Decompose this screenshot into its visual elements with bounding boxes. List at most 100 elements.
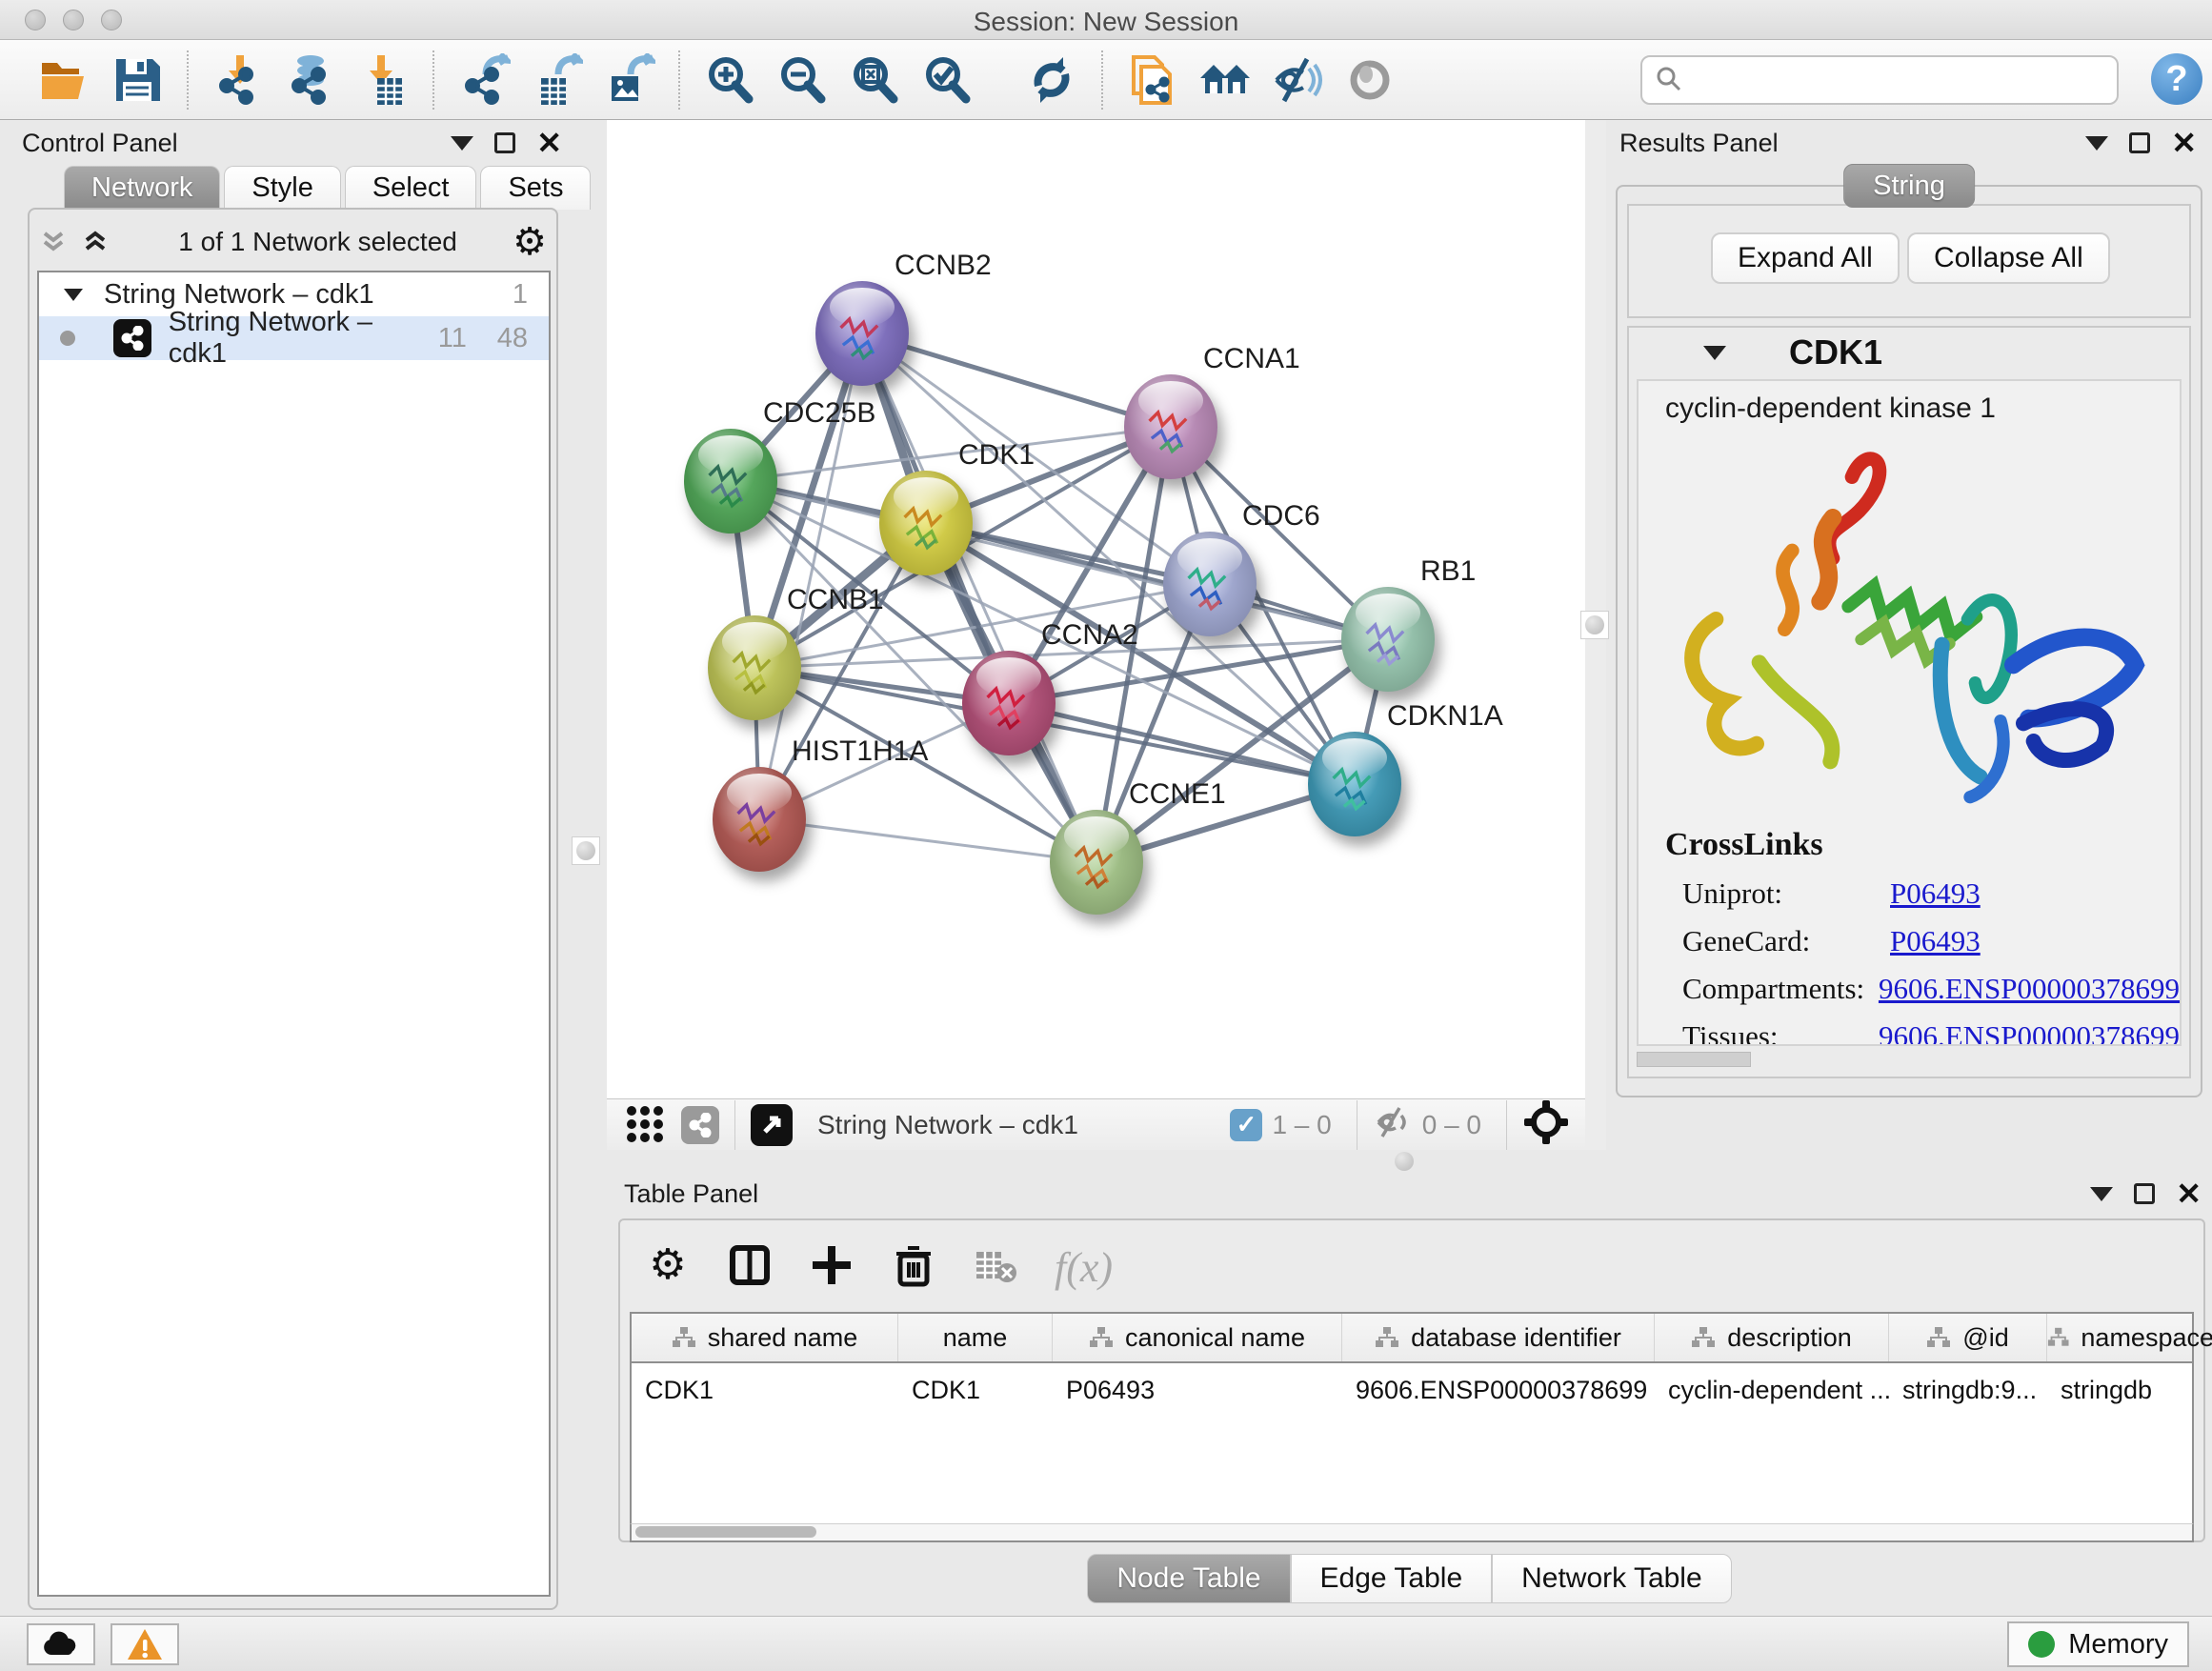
table-horizontal-scrollbar[interactable] — [630, 1523, 2194, 1542]
import-table-icon[interactable] — [353, 50, 412, 110]
node-cdc25b[interactable] — [684, 429, 777, 534]
node-ccna2[interactable] — [962, 651, 1056, 755]
delete-column-icon[interactable] — [891, 1242, 936, 1293]
zoom-fit-icon[interactable] — [845, 50, 904, 110]
tab-network-table[interactable]: Network Table — [1492, 1554, 1732, 1603]
cloud-status-button[interactable] — [27, 1623, 95, 1665]
tab-string[interactable]: String — [1843, 164, 1975, 208]
export-network-icon[interactable] — [454, 50, 513, 110]
node-ccnb1[interactable] — [708, 615, 801, 720]
expand-all-button[interactable]: Expand All — [1711, 232, 1900, 284]
memory-button[interactable]: Memory — [2007, 1621, 2189, 1667]
network-canvas[interactable]: CCNB2CCNA1CDC25BCDK1CDC6RB1CCNB1CCNA2CDK… — [607, 120, 1585, 1098]
add-column-icon[interactable] — [809, 1242, 855, 1293]
table-gear-icon[interactable]: ⚙ — [645, 1242, 691, 1293]
import-network-icon[interactable] — [209, 50, 268, 110]
tab-node-table[interactable]: Node Table — [1087, 1554, 1290, 1603]
column-header[interactable]: canonical name — [1053, 1314, 1342, 1361]
warnings-button[interactable] — [111, 1623, 179, 1665]
export-image-icon[interactable] — [599, 50, 658, 110]
columns-icon[interactable] — [727, 1242, 773, 1293]
zoom-in-icon[interactable] — [700, 50, 759, 110]
column-header[interactable]: database identifier — [1342, 1314, 1655, 1361]
column-header[interactable]: namespace — [2047, 1314, 2212, 1361]
node-cdc6[interactable] — [1163, 532, 1257, 636]
collapse-panel-icon[interactable] — [2085, 136, 2108, 151]
vertical-splitter[interactable] — [1585, 120, 1606, 1150]
fit-selected-icon[interactable] — [1522, 1098, 1570, 1151]
splitter-grip[interactable] — [1390, 1147, 1418, 1176]
birdseye-view-icon[interactable] — [751, 1104, 793, 1146]
float-panel-icon[interactable] — [494, 132, 515, 153]
crosslink-label: Compartments: — [1682, 972, 1879, 1006]
tab-select[interactable]: Select — [345, 166, 477, 210]
network-view-icon[interactable] — [681, 1106, 719, 1144]
tab-style[interactable]: Style — [224, 166, 340, 210]
crosslink-link[interactable]: P06493 — [1890, 876, 1981, 911]
collapse-panel-icon[interactable] — [2090, 1187, 2113, 1201]
collapse-panel-icon[interactable] — [451, 136, 473, 151]
protein-thumbnail — [894, 493, 959, 558]
expand-collection-icon[interactable] — [64, 289, 83, 301]
collapse-all-icon[interactable] — [39, 228, 68, 256]
inspect-icon[interactable] — [1340, 50, 1399, 110]
home-icon[interactable] — [1196, 50, 1255, 110]
grid-view-icon[interactable] — [624, 1101, 666, 1148]
collapse-all-button[interactable]: Collapse All — [1907, 232, 2110, 284]
function-builder-icon[interactable]: f(x) — [1055, 1243, 1113, 1292]
collapse-gene-icon[interactable] — [1703, 346, 1726, 360]
node-hist1h1a[interactable] — [713, 767, 806, 872]
selected-nodes-checkbox[interactable]: ✓ — [1230, 1109, 1262, 1141]
clone-network-icon[interactable] — [1123, 50, 1182, 110]
close-panel-icon[interactable]: ✕ — [536, 128, 562, 158]
network-options-gear-icon[interactable]: ⚙ — [513, 223, 547, 261]
results-scrollbar[interactable] — [1637, 1052, 1751, 1067]
column-header[interactable]: @id — [1889, 1314, 2047, 1361]
zoom-out-icon[interactable] — [773, 50, 832, 110]
crosslink-link[interactable]: 9606.ENSP00000378699 — [1879, 972, 2180, 1006]
node-cdkn1a[interactable] — [1308, 732, 1401, 836]
gene-name: CDK1 — [1789, 332, 1882, 372]
float-panel-icon[interactable] — [2129, 132, 2150, 153]
results-panel: Results Panel ✕ String Expand All Collap… — [1606, 124, 2212, 1172]
close-panel-icon[interactable]: ✕ — [2176, 1178, 2202, 1209]
node-ccnb2[interactable] — [815, 281, 909, 386]
export-table-icon[interactable] — [527, 50, 586, 110]
search-input[interactable] — [1640, 55, 2119, 105]
table-row[interactable]: CDK1CDK1P064939606.ENSP00000378699cyclin… — [632, 1363, 2192, 1417]
hide-unhide-icon[interactable] — [1268, 50, 1327, 110]
import-database-icon[interactable] — [281, 50, 340, 110]
help-button[interactable]: ? — [2151, 53, 2202, 105]
hidden-count: 0 – 0 — [1422, 1110, 1481, 1140]
save-session-icon[interactable] — [108, 50, 167, 110]
clear-table-icon[interactable] — [973, 1242, 1018, 1293]
refresh-icon[interactable] — [1022, 50, 1081, 110]
crosslink-row: Tissues:9606.ENSP00000378699 — [1682, 1019, 2180, 1046]
crosslink-link[interactable]: P06493 — [1890, 924, 1981, 958]
node-ccne1[interactable] — [1050, 810, 1143, 915]
splitter-grip[interactable] — [1580, 611, 1609, 639]
crosslink-row: Uniprot:P06493 — [1682, 876, 2180, 911]
network-list-row[interactable]: String Network – cdk11148 — [39, 316, 549, 360]
tab-edge-table[interactable]: Edge Table — [1291, 1554, 1493, 1603]
memory-status-dot — [2028, 1631, 2055, 1658]
open-session-icon[interactable] — [35, 50, 94, 110]
column-header[interactable]: description — [1655, 1314, 1889, 1361]
tab-network[interactable]: Network — [64, 166, 220, 210]
status-bar: Memory — [0, 1616, 2212, 1671]
node-ccna1[interactable] — [1124, 374, 1217, 479]
float-panel-icon[interactable] — [2134, 1183, 2155, 1204]
node-rb1[interactable] — [1341, 587, 1435, 692]
zoom-selected-icon[interactable] — [917, 50, 976, 110]
column-header[interactable]: shared name — [632, 1314, 898, 1361]
expand-all-icon[interactable] — [81, 228, 110, 256]
close-panel-icon[interactable]: ✕ — [2171, 128, 2197, 158]
network-list: String Network – cdk11String Network – c… — [37, 271, 551, 1597]
tab-sets[interactable]: Sets — [480, 166, 591, 210]
column-header[interactable]: name — [898, 1314, 1053, 1361]
crosslink-row: GeneCard:P06493 — [1682, 924, 2180, 958]
left-splitter-grip[interactable] — [572, 836, 600, 865]
node-cdk1[interactable] — [879, 471, 973, 575]
crosslink-link[interactable]: 9606.ENSP00000378699 — [1879, 1019, 2180, 1046]
hidden-elements-icon[interactable] — [1373, 1102, 1413, 1147]
